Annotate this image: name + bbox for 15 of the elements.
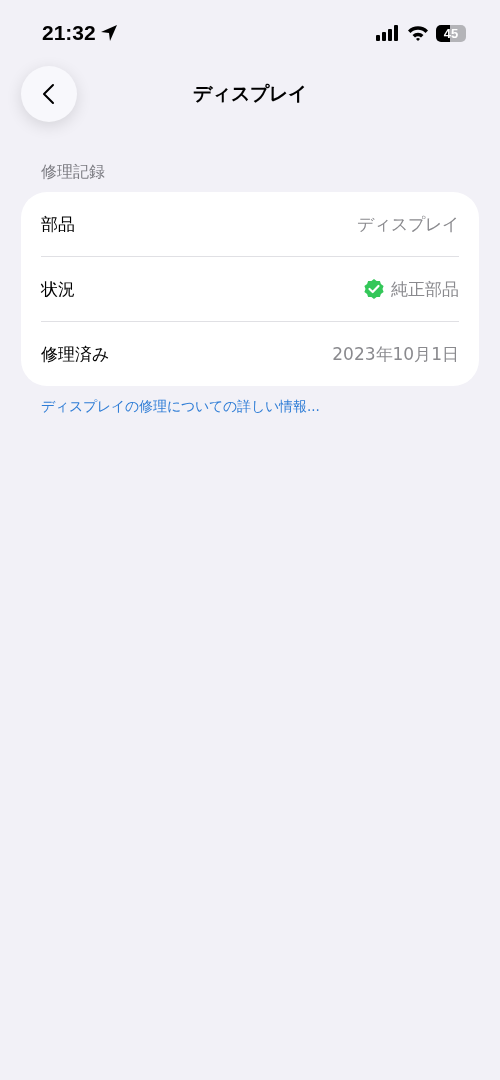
clock-time: 21:32 xyxy=(42,21,96,45)
chevron-left-icon xyxy=(42,83,56,105)
row-label: 部品 xyxy=(41,212,75,236)
row-label: 修理済み xyxy=(41,342,109,366)
location-arrow-icon xyxy=(99,24,118,42)
signal-icon xyxy=(376,25,400,41)
verified-badge-icon xyxy=(363,278,385,300)
more-info-link[interactable]: ディスプレイの修理についての詳しい情報... xyxy=(41,398,320,416)
row-value: ディスプレイ xyxy=(357,212,459,236)
page-title: ディスプレイ xyxy=(193,81,307,106)
wifi-icon xyxy=(407,25,429,41)
section-header: 修理記録 xyxy=(41,162,106,183)
row-value: 純正部品 xyxy=(391,277,459,301)
row-label: 状況 xyxy=(41,277,75,301)
row-value: 2023年10月1日 xyxy=(332,342,459,366)
